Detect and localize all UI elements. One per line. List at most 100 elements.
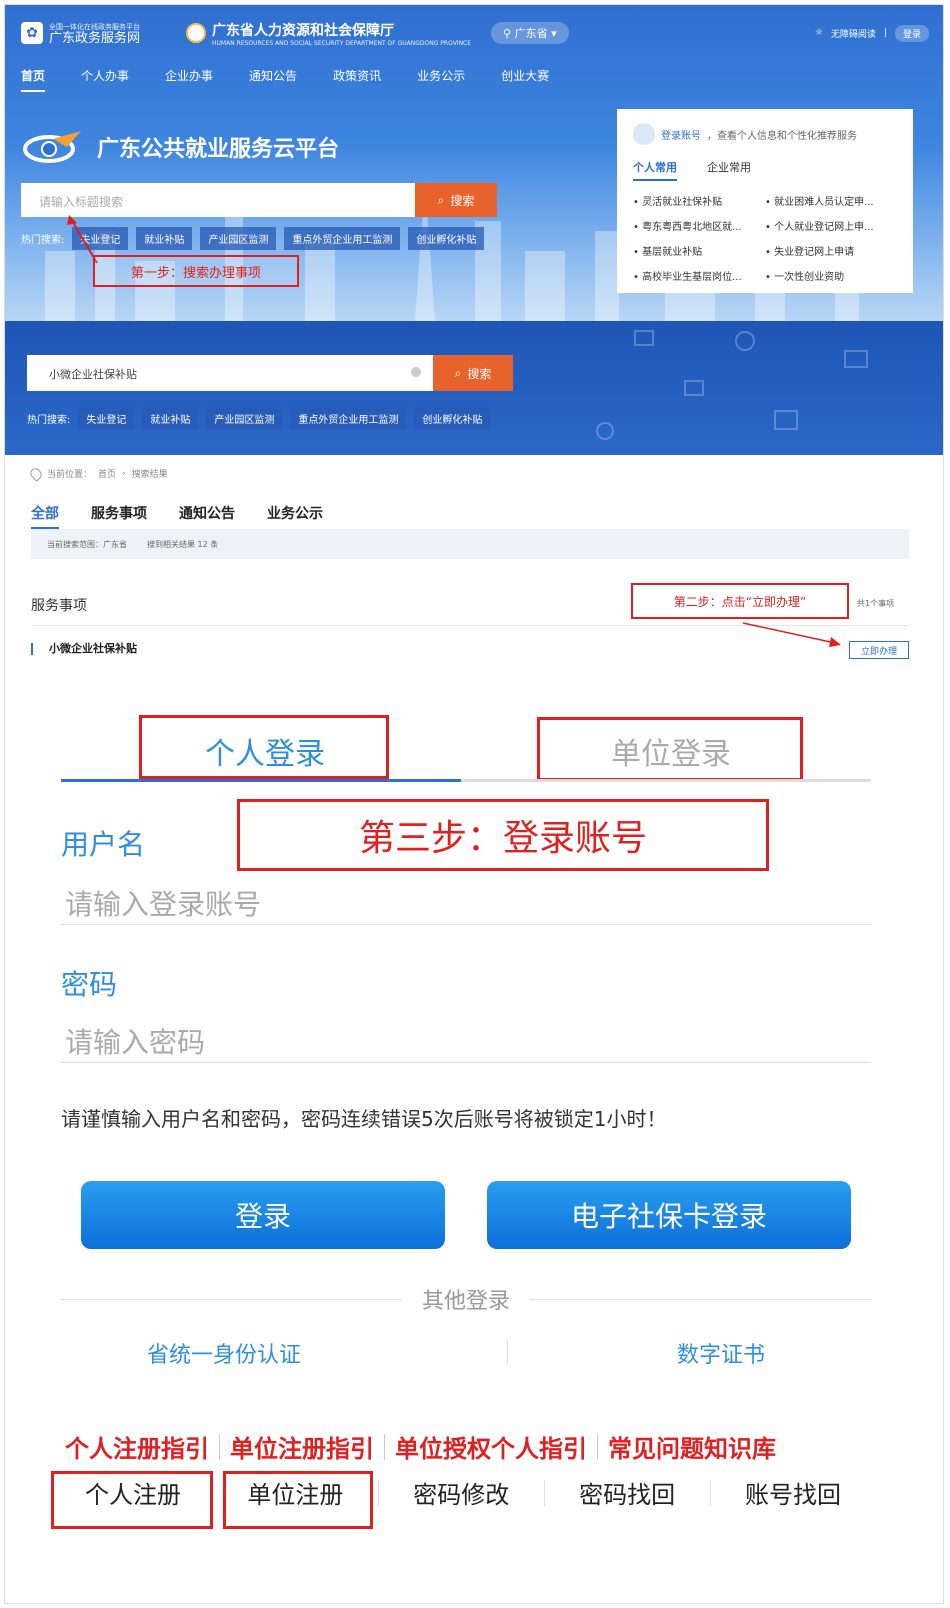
recover-password-link[interactable]: 密码找回	[547, 1475, 707, 1510]
personal-register-highlight	[51, 1471, 213, 1529]
nav-item-home[interactable]: 首页	[21, 67, 46, 92]
breadcrumb: 当前位置： 首页 › 搜索结果	[28, 465, 168, 482]
step3-annotation: 第三步：登录账号	[237, 799, 769, 871]
nav-item-contest[interactable]: 创业大赛	[501, 67, 549, 92]
step2-arrow	[742, 622, 841, 647]
department-logo[interactable]: 广东省人力资源和社会保障厅 HUMAN RESOURCES AND SOCIAL…	[186, 20, 471, 47]
unit-register-highlight	[223, 1471, 373, 1529]
login-button[interactable]: 登录	[81, 1181, 445, 1249]
service-link[interactable]: 基层就业补贴	[633, 243, 765, 258]
hero-banner: ✿ 全国一体化在线政务服务平台 广东政务服务网 广东省人力资源和社会保障厅 HU…	[5, 5, 943, 321]
unit-register-guide-link[interactable]: 单位注册指引	[230, 1429, 374, 1464]
chevron-right-icon: ›	[122, 468, 126, 479]
personal-register-guide-link[interactable]: 个人注册指引	[65, 1429, 209, 1464]
registration-guides: 个人注册指引 单位注册指引 单位授权个人指引 常见问题知识库	[65, 1429, 776, 1464]
portal-logo[interactable]: ✿ 全国一体化在线政务服务平台 广东政务服务网	[21, 22, 141, 46]
service-link[interactable]: 高校毕业生基层岗位...	[633, 268, 765, 283]
service-link[interactable]: 一次性创业资助	[765, 268, 897, 283]
unit-login-highlight	[537, 717, 803, 781]
tab-notices[interactable]: 通知公告	[179, 503, 235, 529]
handle-now-button[interactable]: 立即办理	[849, 641, 909, 659]
digital-certificate-link[interactable]: 数字证书	[677, 1337, 765, 1369]
tab-services[interactable]: 服务事项	[91, 503, 147, 529]
login-form: 个人登录 单位登录 用户名 第三步：登录账号 请输入登录账号 密码 请输入密码 …	[5, 685, 943, 1603]
hot-tag[interactable]: 重点外贸企业用工监测	[284, 227, 401, 250]
department-name: 广东省人力资源和社会保障厅	[212, 22, 395, 39]
hot-tag[interactable]: 产业园区监测	[206, 407, 283, 430]
unit-authorize-guide-link[interactable]: 单位授权个人指引	[395, 1429, 587, 1464]
change-password-link[interactable]: 密码修改	[381, 1475, 541, 1510]
service-link[interactable]: 粤东粤西粤北地区就...	[633, 218, 765, 233]
result-count: 搜到相关结果 12 条	[147, 539, 219, 549]
hero-search-button[interactable]: ⌕ 搜索	[415, 183, 497, 217]
tab-personal-common[interactable]: 个人常用	[633, 159, 677, 181]
service-link[interactable]: 就业困难人员认定申...	[765, 193, 897, 208]
hot-tag[interactable]: 失业登记	[78, 407, 135, 430]
service-link[interactable]: 个人就业登记网上申...	[765, 218, 897, 233]
accessibility-link[interactable]: 无障碍阅读	[831, 27, 876, 40]
recover-account-link[interactable]: 账号找回	[713, 1475, 873, 1510]
hot-tag[interactable]: 重点外贸企业用工监测	[290, 407, 407, 430]
divider	[61, 1298, 402, 1300]
tab-all[interactable]: 全部	[31, 503, 59, 529]
results-tabs: 全部 服务事项 通知公告 业务公示	[31, 503, 323, 529]
nav-item-enterprise[interactable]: 企业办事	[165, 67, 213, 92]
search-icon: ⌕	[437, 192, 445, 207]
divider	[709, 1479, 711, 1506]
hot-tag[interactable]: 就业补贴	[136, 227, 193, 250]
clear-icon[interactable]	[411, 367, 421, 377]
breadcrumb-label: 当前位置：	[47, 470, 93, 480]
account-login-link[interactable]: 登录账号	[661, 127, 701, 142]
results-search-value: 小微企业社保补贴	[49, 368, 137, 381]
service-link[interactable]: 灵活就业社保补贴	[633, 193, 765, 208]
nav-item-personal[interactable]: 个人办事	[81, 67, 129, 92]
result-item-title[interactable]: 小微企业社保补贴	[31, 643, 137, 655]
decorative-icons	[596, 330, 868, 440]
nav-item-notices[interactable]: 通知公告	[249, 67, 297, 92]
username-input[interactable]: 请输入登录账号	[61, 877, 871, 925]
tab-enterprise-common[interactable]: 企业常用	[707, 159, 751, 181]
service-link[interactable]: 失业登记网上申请	[765, 243, 897, 258]
top-bar: ✿ 全国一体化在线政务服务平台 广东政务服务网 广东省人力资源和社会保障厅 HU…	[5, 5, 943, 61]
chevron-down-icon: ▾	[551, 27, 557, 40]
search-scope: 当前搜索范围：广东省	[47, 539, 127, 549]
password-input[interactable]: 请输入密码	[61, 1015, 871, 1063]
search-band: 小微企业社保补贴 ⌕ 搜索 热门搜索: 失业登记 就业补贴 产业园区监测 重点外…	[5, 321, 943, 455]
section-count: 共1个事项	[857, 599, 895, 608]
search-icon: ⌕	[454, 365, 462, 380]
social-card-login-button[interactable]: 电子社保卡登录	[487, 1181, 851, 1249]
divider	[597, 1433, 598, 1460]
account-prompt-text: ，查看个人信息和个性化推荐服务	[707, 130, 857, 142]
breadcrumb-current: 搜索结果	[131, 470, 168, 480]
results-search-button[interactable]: ⌕ 搜索	[433, 355, 513, 391]
results-search: 小微企业社保补贴 ⌕ 搜索	[27, 355, 513, 391]
lockout-warning: 请谨慎输入用户名和密码，密码连续错误5次后账号将被锁定1小时！	[61, 1107, 667, 1131]
divider: |	[883, 28, 887, 38]
results-search-input[interactable]: 小微企业社保补贴	[27, 355, 433, 391]
unified-identity-link[interactable]: 省统一身份认证	[147, 1337, 301, 1369]
screenshot-frame: ✿ 全国一体化在线政务服务平台 广东政务服务网 广东省人力资源和社会保障厅 HU…	[4, 4, 944, 1604]
main-nav: 首页 个人办事 企业办事 通知公告 政策资讯 业务公示 创业大赛	[21, 67, 549, 92]
password-label: 密码	[61, 968, 118, 1001]
user-panel: 登录账号 ，查看个人信息和个性化推荐服务 个人常用 企业常用 灵活就业社保补贴 …	[617, 109, 913, 293]
header-login-button[interactable]: 登录	[894, 24, 929, 42]
emblem-icon	[186, 23, 207, 43]
nav-item-publicity[interactable]: 业务公示	[417, 67, 465, 92]
faq-link[interactable]: 常见问题知识库	[608, 1429, 776, 1464]
portal-name: 广东政务服务网	[49, 31, 141, 46]
hero-search-button-label: 搜索	[450, 193, 475, 208]
hot-tag[interactable]: 创业孵化补贴	[414, 407, 491, 430]
region-selector[interactable]: ⚲ 广东省 ▾	[491, 22, 569, 44]
tab-publicity[interactable]: 业务公示	[267, 503, 323, 529]
step1-annotation: 第一步：搜索办理事项	[93, 255, 299, 287]
nav-item-policy[interactable]: 政策资讯	[333, 67, 381, 92]
common-services-list: 灵活就业社保补贴 就业困难人员认定申... 粤东粤西粤北地区就... 个人就业登…	[633, 193, 897, 283]
hot-tag[interactable]: 就业补贴	[142, 407, 199, 430]
hot-searches-2: 热门搜索: 失业登记 就业补贴 产业园区监测 重点外贸企业用工监测 创业孵化补贴	[27, 407, 491, 430]
hero-search-input[interactable]: 请输入标题搜索	[21, 183, 415, 217]
hot-tag[interactable]: 产业园区监测	[200, 227, 277, 250]
breadcrumb-home[interactable]: 首页	[98, 467, 116, 480]
platform-brand: 广东公共就业服务云平台	[23, 129, 339, 165]
portal-flower-icon: ✿	[21, 22, 43, 44]
hot-tag[interactable]: 创业孵化补贴	[408, 227, 485, 250]
